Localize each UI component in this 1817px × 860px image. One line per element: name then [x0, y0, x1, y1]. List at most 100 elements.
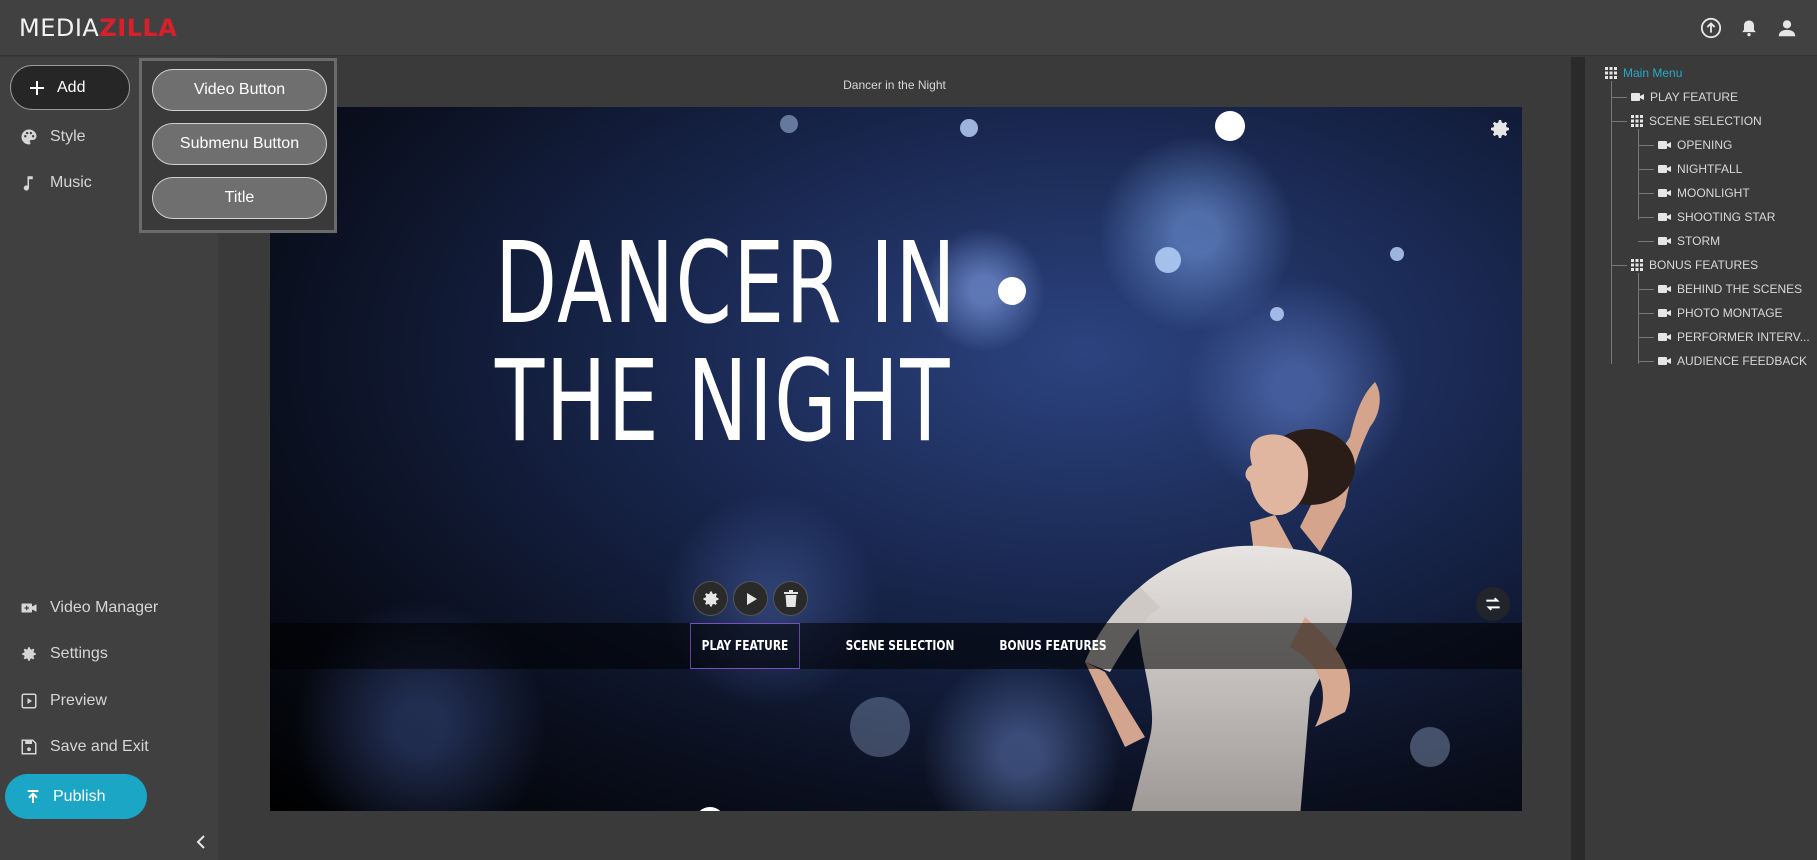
tree-connector	[1611, 265, 1627, 266]
tree-item-play-feature[interactable]: PLAY FEATURE	[1631, 90, 1738, 104]
menu-canvas[interactable]: DANCER IN THE NIGHT PLAY FEATURE SCENE S…	[270, 107, 1522, 811]
menu-button-play-feature[interactable]: PLAY FEATURE	[690, 623, 800, 669]
collapse-sidebar-chevron-icon[interactable]	[192, 833, 210, 851]
tree-item-photo-montage[interactable]: PHOTO MONTAGE	[1658, 306, 1783, 320]
logo-text-media: MEDIA	[19, 14, 100, 42]
button-toolbar	[693, 581, 808, 616]
tree-item-label: AUDIENCE FEEDBACK	[1677, 354, 1808, 368]
tree-item-label: MOONLIGHT	[1677, 186, 1750, 200]
panel-divider[interactable]	[1571, 57, 1585, 860]
add-button[interactable]: Add	[10, 65, 130, 110]
tree-connector	[1638, 361, 1654, 362]
grid-icon	[1631, 259, 1643, 271]
sidebar-item-music[interactable]: Music	[20, 174, 92, 192]
tree-item-label: STORM	[1677, 234, 1721, 248]
tree-connector	[1638, 193, 1654, 194]
play-icon[interactable]	[733, 581, 768, 616]
tree-connector	[1638, 129, 1639, 220]
bokeh-light	[998, 277, 1026, 305]
publish-upload-icon	[27, 789, 39, 803]
add-submenu-button-option[interactable]: Submenu Button	[152, 123, 327, 165]
video-camera-icon	[1658, 333, 1671, 341]
tree-item-label: Main Menu	[1623, 66, 1683, 80]
menu-heading[interactable]: DANCER IN THE NIGHT	[495, 225, 957, 461]
grid-icon	[1605, 67, 1617, 79]
tree-item-nightfall[interactable]: NIGHTFALL	[1658, 162, 1742, 176]
logo: MEDIAZILLA	[19, 14, 177, 42]
sidebar-item-label: Style	[50, 128, 86, 145]
add-title-option[interactable]: Title	[152, 177, 327, 219]
video-camera-icon	[1658, 165, 1671, 173]
tree-item-label: NIGHTFALL	[1677, 162, 1743, 176]
trash-icon[interactable]	[773, 581, 808, 616]
tree-item-label: OPENING	[1677, 138, 1733, 152]
tree-connector	[1638, 217, 1654, 218]
tree-connector	[1638, 313, 1654, 314]
tree-item-label: BEHIND THE SCENES	[1677, 282, 1803, 296]
top-bar: MEDIAZILLA	[0, 0, 1817, 56]
tree-connector	[1638, 241, 1654, 242]
video-camera-icon	[1658, 213, 1671, 221]
bokeh-light	[780, 115, 798, 133]
bell-icon[interactable]	[1737, 16, 1761, 40]
add-popup-menu: Video Button Submenu Button Title	[139, 58, 337, 233]
bokeh-light	[960, 119, 978, 137]
video-camera-icon	[1658, 141, 1671, 149]
grid-icon	[1631, 115, 1643, 127]
video-camera-icon	[1658, 285, 1671, 293]
video-camera-icon	[1658, 357, 1671, 365]
sidebar-item-save-and-exit[interactable]: Save and Exit	[20, 738, 149, 756]
tree-connector	[1638, 273, 1639, 364]
tree-root-main-menu[interactable]: Main Menu	[1605, 66, 1682, 80]
publish-label: Publish	[53, 787, 106, 805]
user-icon[interactable]	[1775, 16, 1799, 40]
add-button-label: Add	[57, 78, 86, 96]
tree-item-bonus-features[interactable]: BONUS FEATURES	[1631, 258, 1758, 272]
menu-button-scene-selection[interactable]: SCENE SELECTION	[834, 623, 965, 669]
tree-connector	[1611, 81, 1612, 364]
menu-button-bonus-features[interactable]: BONUS FEATURES	[987, 623, 1118, 669]
tree-connector	[1638, 169, 1654, 170]
sidebar-item-label: Settings	[50, 645, 108, 662]
play-square-icon	[21, 693, 37, 709]
sidebar-item-label: Video Manager	[50, 599, 159, 616]
sidebar-item-label: Music	[50, 174, 92, 191]
upload-circle-icon[interactable]	[1699, 16, 1723, 40]
canvas-settings-gear-icon[interactable]	[1488, 117, 1512, 141]
tree-item-opening[interactable]: OPENING	[1658, 138, 1732, 152]
sidebar-item-label: Save and Exit	[50, 738, 149, 755]
tree-item-label: PERFORMER INTERV...	[1677, 330, 1810, 344]
tree-item-behind-the-scenes[interactable]: BEHIND THE SCENES	[1658, 282, 1802, 296]
sidebar-item-label: Preview	[50, 692, 107, 709]
sidebar-item-video-manager[interactable]: Video Manager	[20, 599, 158, 617]
tree-item-storm[interactable]: STORM	[1658, 234, 1720, 248]
tree-item-label: BONUS FEATURES	[1649, 258, 1759, 272]
tree-connector	[1638, 337, 1654, 338]
sidebar-item-preview[interactable]: Preview	[20, 692, 107, 710]
swap-arrows-icon[interactable]	[1476, 587, 1510, 621]
publish-button[interactable]: Publish	[5, 774, 147, 819]
tree-connector	[1611, 97, 1627, 98]
tree-connector	[1638, 145, 1654, 146]
bokeh-light	[1215, 111, 1245, 141]
video-camera-icon	[1658, 237, 1671, 245]
video-plus-icon	[21, 603, 37, 613]
bokeh-light	[1155, 247, 1181, 273]
tree-item-label: PHOTO MONTAGE	[1677, 306, 1783, 320]
tree-item-performer-interview[interactable]: PERFORMER INTERV...	[1658, 330, 1810, 344]
bokeh-light	[1390, 247, 1404, 261]
sidebar-item-settings[interactable]: Settings	[20, 645, 108, 663]
tree-item-scene-selection[interactable]: SCENE SELECTION	[1631, 114, 1762, 128]
add-video-button-option[interactable]: Video Button	[152, 69, 327, 111]
tree-item-label: PLAY FEATURE	[1650, 90, 1739, 104]
sidebar-item-style[interactable]: Style	[20, 128, 86, 146]
plus-icon	[30, 80, 44, 95]
tree-item-shooting-star[interactable]: SHOOTING STAR	[1658, 210, 1775, 224]
top-icons	[1699, 16, 1799, 40]
tree-item-moonlight[interactable]: MOONLIGHT	[1658, 186, 1750, 200]
dancer-image	[1085, 382, 1380, 811]
tree-item-audience-feedback[interactable]: AUDIENCE FEEDBACK	[1658, 354, 1807, 368]
menu-tree-panel: Main Menu PLAY FEATURE SCENE SELECTION O…	[1585, 57, 1817, 860]
button-settings-gear-icon[interactable]	[693, 581, 728, 616]
tree-item-label: SHOOTING STAR	[1677, 210, 1776, 224]
